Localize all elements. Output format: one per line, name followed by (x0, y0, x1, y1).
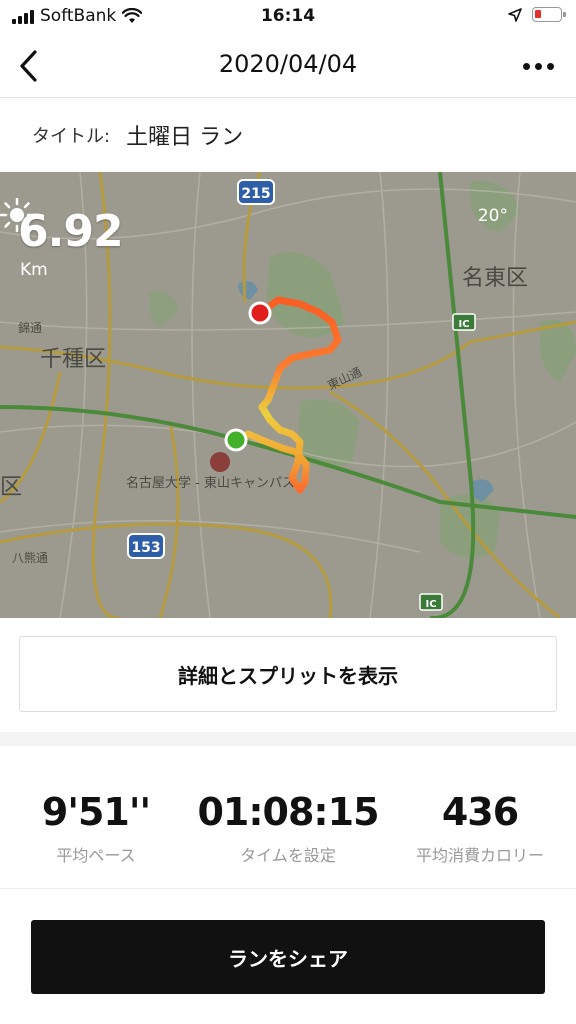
run-title-row[interactable]: タイトル: 土曜日 ラン (0, 99, 576, 171)
university-label: 名古屋大学 - 東山キャンパス (126, 475, 295, 491)
divider (0, 888, 576, 889)
more-dot-icon (546, 62, 554, 70)
district-label: 名東区 (462, 266, 528, 291)
stat-value: 9'51'' (41, 790, 151, 834)
stat-calories: 436 平均消費カロリー (384, 790, 576, 866)
nav-bar: 2020/04/04 (0, 34, 576, 98)
status-right (508, 7, 566, 22)
distance-unit: Km (20, 260, 48, 280)
pond (238, 281, 258, 300)
temperature: 20° (477, 206, 508, 226)
road-label: 錦通 (18, 320, 42, 335)
route-map[interactable]: 215 153 IC IC 千種区 名東区 区 東山通 錦通 八熊通 名古屋大学… (0, 172, 576, 618)
show-details-splits-button[interactable]: 詳細とスプリットを表示 (19, 636, 557, 712)
park-area (148, 291, 178, 327)
university-icon (210, 452, 230, 472)
svg-text:IC: IC (425, 599, 436, 610)
location-arrow-icon (508, 7, 522, 22)
start-marker (224, 428, 248, 452)
district-label: 千種区 (40, 347, 106, 372)
route-153-label: 153 (131, 540, 160, 556)
stat-time: 01:08:15 タイムを設定 (192, 790, 384, 866)
district-label: 区 (0, 475, 22, 500)
status-bar: SoftBank 16:14 (0, 0, 576, 34)
stat-value: 01:08:15 (197, 790, 379, 834)
end-marker (248, 301, 272, 325)
battery-icon (532, 7, 566, 22)
stat-caption: タイムを設定 (240, 846, 336, 865)
svg-text:IC: IC (458, 319, 469, 330)
section-divider (0, 732, 576, 746)
share-run-button[interactable]: ランをシェア (31, 920, 545, 994)
page-title: 2020/04/04 (218, 50, 358, 78)
more-options-button[interactable] (518, 54, 558, 78)
stat-caption: 平均ペース (56, 846, 136, 865)
more-dot-icon (522, 62, 530, 70)
stat-caption: 平均消費カロリー (415, 846, 544, 865)
road-label: 東山通 (325, 365, 364, 393)
stat-value: 436 (441, 790, 519, 834)
sun-icon (0, 198, 34, 232)
stat-pace: 9'51'' 平均ペース (0, 790, 192, 866)
road-label: 八熊通 (12, 550, 48, 565)
run-stats: 9'51'' 平均ペース 01:08:15 タイムを設定 436 平均消費カロリ… (0, 790, 576, 880)
route-215-label: 215 (241, 186, 270, 202)
run-title-value: 土曜日 ラン (126, 125, 244, 150)
more-dot-icon (534, 62, 542, 70)
clock: 16:14 (260, 6, 316, 26)
run-title-label: タイトル: (32, 126, 111, 147)
